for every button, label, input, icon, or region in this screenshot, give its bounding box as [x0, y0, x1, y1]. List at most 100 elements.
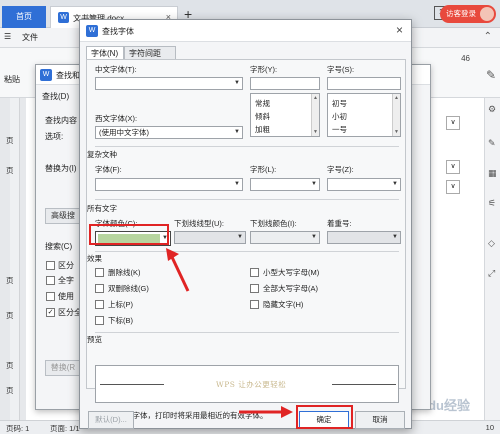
visitor-login-label: 访客登录 — [446, 9, 476, 18]
page-ref-4: 页 — [6, 311, 14, 320]
superscript-checkbox[interactable] — [95, 300, 104, 309]
find-font-title-bar: W 查找字体 × — [80, 20, 411, 42]
underline-color-label: 下划线颜色(I): — [250, 219, 297, 228]
red-arrow-right-icon — [239, 406, 293, 418]
size-listbox[interactable]: 初号 小初 一号 ▲ ▼ — [327, 93, 401, 137]
style-input[interactable] — [250, 77, 320, 90]
underline-type-select[interactable]: ▼ — [174, 231, 246, 244]
match-case-label: 区分 — [58, 261, 74, 270]
preview-box: WPS 让办公更轻松 — [95, 365, 399, 403]
size-option-1[interactable]: 小初 — [332, 111, 347, 122]
tab-character-spacing[interactable]: 字符间距(R) — [124, 46, 176, 71]
file-menu[interactable]: 文件 — [22, 32, 38, 43]
style-option-bold[interactable]: 加粗 — [255, 124, 270, 135]
settings-icon[interactable]: ⚙ — [488, 104, 496, 115]
cancel-button[interactable]: 取消 — [355, 411, 405, 429]
all-text-heading: 所有文字 — [87, 204, 117, 213]
western-font-label: 西文字体(X): — [95, 114, 138, 123]
home-tab[interactable]: 首页 — [2, 6, 46, 28]
emphasis-label: 着重号: — [327, 219, 352, 228]
effects-heading: 效果 — [87, 254, 102, 263]
small-caps-checkbox[interactable] — [250, 268, 259, 277]
style-list-scrollbar[interactable]: ▲ ▼ — [311, 94, 319, 136]
double-strikethrough-checkbox[interactable] — [95, 284, 104, 293]
divider — [95, 251, 399, 252]
subscript-checkbox[interactable] — [95, 316, 104, 325]
chinese-font-select[interactable]: ▼ — [95, 77, 243, 90]
font-color-highlight — [89, 224, 169, 245]
size-option-0[interactable]: 初号 — [332, 98, 347, 109]
page-ref-2: 页 — [6, 166, 14, 175]
find-font-title: 查找字体 — [102, 27, 134, 36]
avatar — [480, 7, 494, 21]
western-font-value: (使用中文字体) — [99, 128, 149, 137]
right-dropdown-2[interactable]: ∨ — [446, 160, 460, 174]
advanced-search-button[interactable]: 高级搜 — [45, 208, 81, 224]
chevron-down-icon: ▼ — [392, 181, 398, 187]
all-caps-label: 全部大写字母(A) — [263, 284, 318, 293]
divider — [95, 199, 399, 200]
visitor-login-button[interactable]: 访客登录 — [440, 5, 496, 23]
paste-button[interactable]: 粘贴 — [4, 74, 20, 85]
tab-font[interactable]: 字体(N) — [86, 46, 124, 60]
complex-font-label: 字体(F): — [95, 165, 122, 174]
full-half-width-checkbox[interactable]: ✓ — [46, 308, 55, 317]
complex-font-select[interactable]: ▼ — [95, 178, 243, 191]
preview-heading: 预览 — [87, 335, 102, 344]
complex-style-label: 字形(L): — [250, 165, 277, 174]
pen-tool-icon[interactable]: ✎ — [488, 138, 496, 149]
chevron-down-icon: ▼ — [237, 234, 243, 240]
right-dropdown-1[interactable]: ∨ — [446, 116, 460, 130]
preview-line-left — [100, 384, 164, 385]
hidden-text-checkbox[interactable] — [250, 300, 259, 309]
page-ref-3: 页 — [6, 276, 14, 285]
find-tab[interactable]: 查找(D) — [42, 91, 69, 102]
ok-button-highlight — [296, 405, 353, 429]
superscript-label: 上标(P) — [108, 300, 133, 309]
chevron-down-icon: ▼ — [234, 181, 240, 187]
more-icon[interactable]: ⌃ — [484, 31, 492, 42]
replace-button-bg[interactable]: 替换(R — [45, 360, 81, 376]
complex-size-select[interactable]: ▼ — [327, 178, 401, 191]
strikethrough-checkbox[interactable] — [95, 268, 104, 277]
size-label: 字号(S): — [327, 65, 355, 74]
find-content-label: 查找内容 — [45, 116, 77, 125]
adjust-icon[interactable]: ⚟ — [488, 198, 496, 209]
style-listbox[interactable]: 常规 倾斜 加粗 ▲ ▼ — [250, 93, 320, 137]
chevron-down-icon: ▼ — [311, 181, 317, 187]
complex-style-select[interactable]: ▼ — [250, 178, 320, 191]
pen-icon[interactable]: ✎ — [486, 68, 496, 82]
right-dropdown-3[interactable]: ∨ — [446, 180, 460, 194]
size-input[interactable] — [327, 77, 401, 90]
match-case-checkbox[interactable] — [46, 261, 55, 270]
all-caps-checkbox[interactable] — [250, 284, 259, 293]
expand-icon[interactable]: ⤢ — [488, 268, 495, 279]
small-caps-label: 小型大写字母(M) — [263, 268, 320, 277]
close-icon[interactable]: × — [396, 23, 403, 37]
hidden-text-label: 隐藏文字(H) — [263, 300, 304, 309]
size-list-scrollbar[interactable]: ▲ ▼ — [392, 94, 400, 136]
strikethrough-label: 删除线(K) — [108, 268, 141, 277]
status-page: 页码: 1 — [6, 424, 30, 433]
whole-word-checkbox[interactable] — [46, 276, 55, 285]
size-option-2[interactable]: 一号 — [332, 124, 347, 135]
shape-icon[interactable]: ◇ — [488, 238, 495, 249]
chevron-down-icon: ▼ — [234, 129, 240, 135]
chevron-down-icon: ▼ — [234, 80, 240, 86]
divider — [95, 146, 399, 147]
underline-color-select[interactable]: ▼ — [250, 231, 320, 244]
menu-icon[interactable]: ☰ — [4, 32, 11, 41]
right-sidebar: ⚙ ✎ ▦ ⚟ ◇ ⤢ — [484, 98, 500, 420]
grid-icon[interactable]: ▦ — [488, 168, 497, 179]
complex-script-heading: 复杂文种 — [87, 150, 117, 159]
red-arrow-up-icon — [166, 248, 190, 292]
whole-word-label: 全字 — [58, 276, 74, 285]
wildcard-checkbox[interactable] — [46, 292, 55, 301]
western-font-select[interactable]: (使用中文字体) ▼ — [95, 126, 243, 139]
status-zoom: 10 — [485, 423, 494, 432]
default-button[interactable]: 默认(D)... — [88, 411, 134, 429]
style-option-regular[interactable]: 常规 — [255, 98, 270, 109]
double-strikethrough-label: 双删除线(G) — [108, 284, 149, 293]
style-option-italic[interactable]: 倾斜 — [255, 111, 270, 122]
emphasis-select[interactable]: ▼ — [327, 231, 401, 244]
